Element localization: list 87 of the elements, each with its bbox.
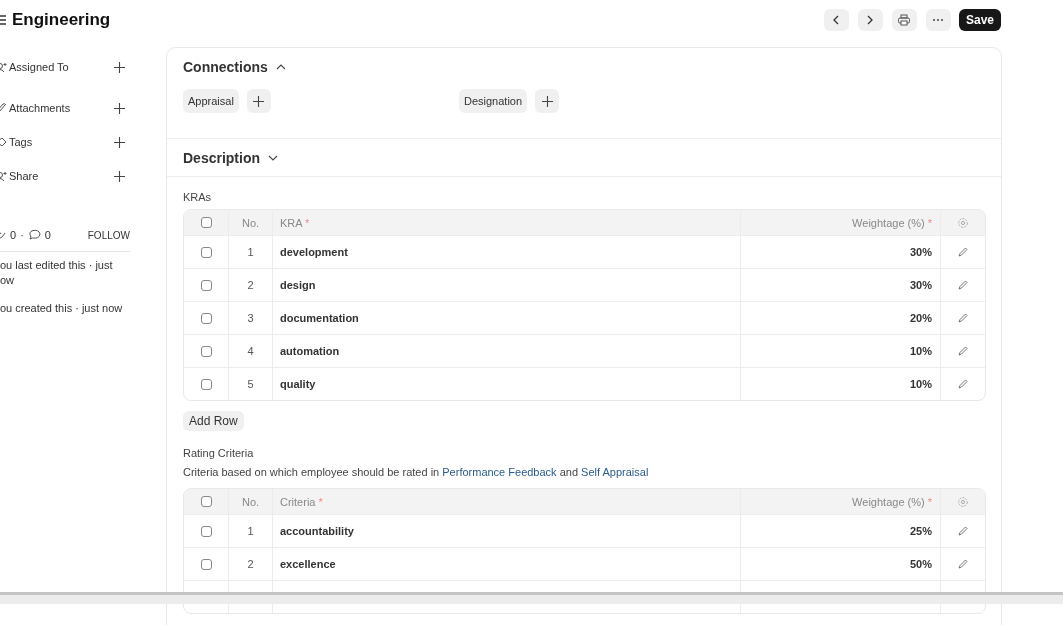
settings-icon[interactable] [957,216,969,229]
column-header: Weightage (%) * [852,495,932,508]
chevron-down-icon[interactable] [268,155,278,161]
edit-icon[interactable] [958,379,968,389]
table-cell: excellence [280,558,336,570]
comment-icon[interactable] [27,229,41,241]
field-label: KRAs [183,191,213,203]
link[interactable]: Self Appraisal [581,466,649,478]
column-header: Criteria * [280,495,323,508]
connection-link[interactable]: Appraisal [183,89,239,113]
table-cell: development [280,246,348,258]
activity-text: ou created this · just now [0,301,124,316]
separator: · [20,229,24,241]
page-title: Engineering [12,9,111,30]
edit-icon[interactable] [958,280,968,290]
printer-icon [897,13,912,26]
add-icon[interactable] [114,102,125,114]
tag-icon [0,136,7,148]
plus-icon [541,95,553,107]
table-cell: documentation [280,312,359,324]
activity-text: ow [0,273,16,288]
row-checkbox[interactable] [200,525,212,537]
row-checkbox[interactable] [200,279,212,291]
activity-text: ou last edited this · just [0,258,114,273]
section-title: Connections [183,59,268,75]
table-cell: 30% [909,246,932,258]
row-checkbox[interactable] [200,345,212,357]
add-icon[interactable] [114,136,125,148]
row-checkbox[interactable] [200,246,212,258]
save-button[interactable]: Save [958,8,1001,31]
sidebar-label[interactable]: Assigned To [9,61,69,73]
row-number: 3 [247,312,254,324]
previous-button[interactable] [823,8,849,31]
sidebar-label[interactable]: Share [9,170,39,182]
edit-icon[interactable] [958,313,968,323]
row-checkbox[interactable] [200,378,212,390]
menu-icon[interactable] [0,13,6,26]
row-number: 1 [247,246,254,258]
connection-link[interactable]: Designation [459,89,528,113]
row-checkbox[interactable] [200,558,212,570]
table-cell: 50% [909,558,932,570]
table-cell: automation [280,345,340,357]
row-number: 1 [247,525,254,537]
table-cell: 20% [909,312,932,324]
row-number: 4 [247,345,254,357]
table-cell: 10% [909,345,932,357]
like-count: 0 [10,229,17,241]
field-label: Rating Criteria [183,447,255,459]
section-title: Description [183,150,260,166]
sidebar-label[interactable]: Tags [9,136,33,148]
edit-icon[interactable] [958,526,968,536]
row-number: 2 [247,279,254,291]
add-icon[interactable] [114,61,125,73]
add-button[interactable] [535,89,560,113]
link[interactable]: Performance Feedback [442,466,557,478]
add-icon[interactable] [114,170,125,182]
edit-icon[interactable] [958,247,968,257]
table-cell: accountability [280,525,354,537]
sidebar-label[interactable]: Attachments [9,102,71,114]
column-header: KRA * [280,216,310,229]
row-number: 5 [247,378,254,390]
settings-icon[interactable] [957,495,969,508]
edit-icon[interactable] [958,346,968,356]
column-header: No. [241,495,260,508]
table-cell: 25% [909,525,932,537]
select-all-checkbox[interactable] [200,217,212,228]
table-cell: design [280,279,316,291]
next-button[interactable] [857,8,883,31]
help-text: Criteria based on which employee should be rated in Performance Feedback and Self Appraisal [183,466,650,478]
more-icon [932,17,945,22]
edit-icon[interactable] [958,559,968,569]
row-number: 2 [247,558,254,570]
column-header: No. [241,216,260,229]
table-cell: quality [280,378,316,390]
table-cell: 10% [909,378,932,390]
row-checkbox[interactable] [200,312,212,324]
comment-count: 0 [44,229,51,241]
chevron-up-icon[interactable] [275,64,286,70]
select-all-checkbox[interactable] [200,496,212,507]
scrollbar[interactable] [0,592,1063,604]
plus-icon [253,95,265,107]
add-row-button[interactable]: Add Row [183,411,244,431]
table-cell: 30% [909,279,932,291]
follow-link[interactable]: FOLLOW [87,229,130,241]
add-button[interactable] [246,89,271,113]
print-button[interactable] [891,8,917,31]
column-header: Weightage (%) * [852,216,932,229]
